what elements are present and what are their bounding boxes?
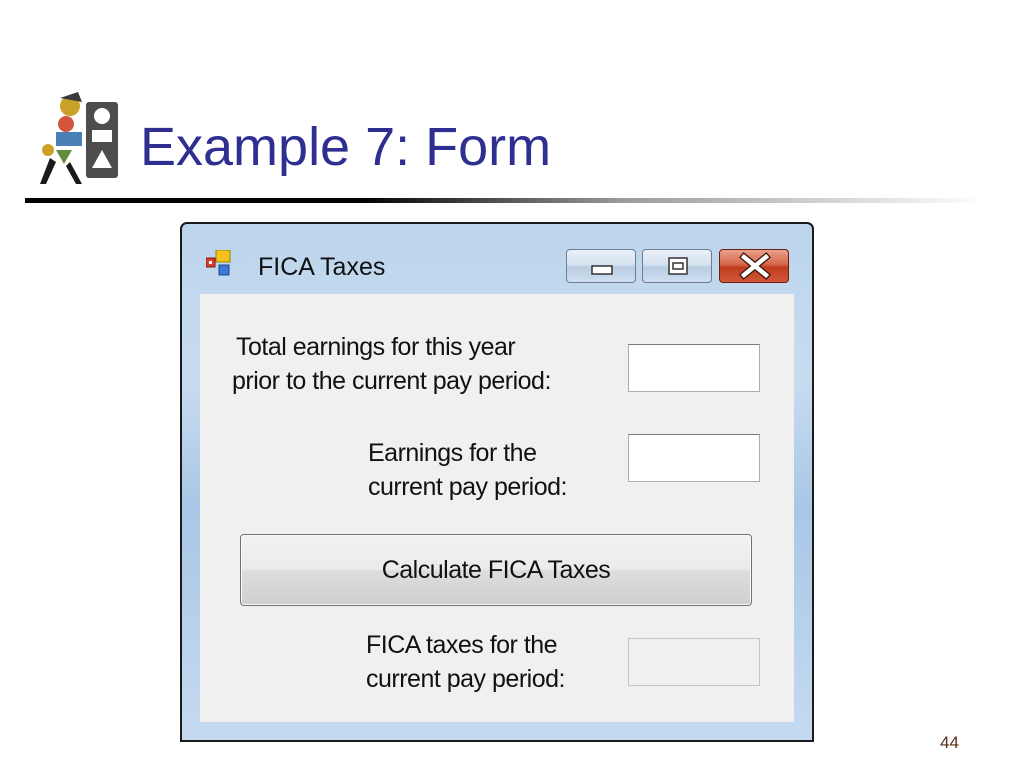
current-earnings-label-line2: current pay period: [368, 473, 567, 501]
fica-result-output [628, 638, 760, 686]
prior-earnings-input[interactable] [628, 344, 760, 392]
title-divider [25, 198, 985, 203]
calculate-fica-button[interactable]: Calculate FICA Taxes [240, 534, 752, 606]
fica-result-label-line1: FICA taxes for the [366, 631, 558, 659]
current-earnings-input[interactable] [628, 434, 760, 482]
window-titlebar[interactable]: FICA Taxes [182, 224, 812, 292]
maximize-icon [668, 257, 688, 275]
prior-earnings-label-line1: Total earnings for this year [236, 333, 516, 361]
prior-earnings-label-line2: prior to the current pay period: [232, 367, 551, 395]
form-client-area: Total earnings for this year prior to th… [200, 294, 794, 722]
maximize-button[interactable] [642, 249, 712, 283]
current-earnings-label: Earnings for the current pay period: [368, 436, 567, 504]
minimize-icon [591, 265, 613, 275]
slide-number: 44 [940, 733, 959, 752]
current-earnings-label-line1: Earnings for the [368, 439, 537, 467]
minimize-button[interactable] [566, 249, 636, 283]
close-button[interactable] [719, 249, 789, 283]
form-app-icon [206, 250, 231, 276]
fica-result-label-line2: current pay period: [366, 665, 565, 693]
window-title: FICA Taxes [258, 253, 386, 281]
prior-earnings-label: Total earnings for this year prior to th… [232, 330, 551, 398]
close-icon [739, 252, 771, 280]
fica-taxes-window: FICA Taxes Total earnings for this year … [180, 222, 814, 742]
people-shapes-logo-icon [40, 92, 118, 184]
fica-result-label: FICA taxes for the current pay period: [366, 628, 565, 696]
slide-title: Example 7: Form [140, 117, 552, 177]
